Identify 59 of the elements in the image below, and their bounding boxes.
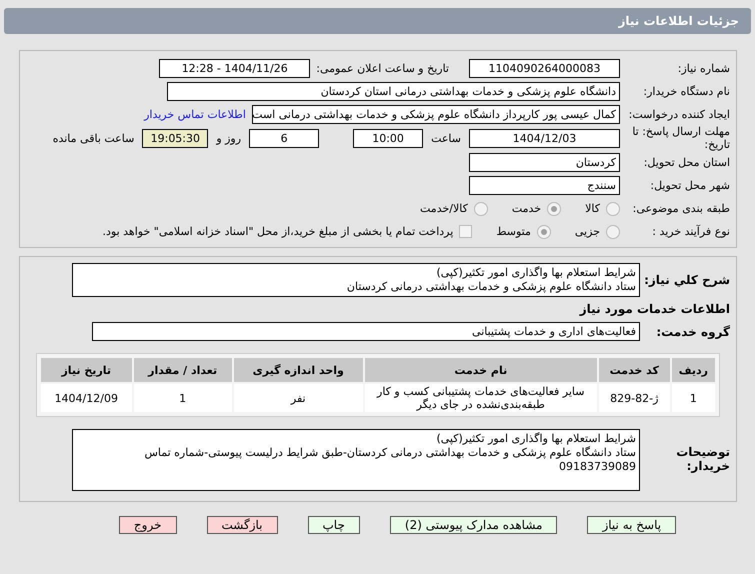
radio-label: کالا/خدمت: [420, 202, 468, 216]
field-label: توضیحات خریدار:: [675, 446, 730, 474]
radio-label: متوسط: [496, 225, 531, 238]
radio-label: جزیی: [574, 225, 600, 238]
checkbox-label: پرداخت تمام یا بخشی از مبلغ خرید،از محل "اسناد خزانه اسلامی" خواهد بود.: [102, 225, 454, 238]
buyer-contact-link[interactable]: اطلاعات تماس خریدار: [144, 108, 246, 121]
radio-label: خدمت: [512, 202, 542, 216]
field-label: نوع فرآیند خرید :: [651, 225, 730, 238]
action-button[interactable]: بازگشت: [206, 516, 278, 534]
province-field: کردستان: [469, 153, 620, 172]
field-label: طبقه بندی موضوعی:: [632, 202, 730, 216]
field-label: تاریخ و ساعت اعلان عمومی:: [316, 62, 449, 75]
column-header: واحد اندازه گیری: [234, 358, 363, 382]
days-label: روز و: [214, 132, 242, 146]
column-header: کد خدمت: [598, 358, 670, 382]
column-header: تعداد / مقدار: [134, 358, 232, 382]
radio-button[interactable]: [606, 224, 620, 239]
field-label: نام دستگاه خریدار:: [642, 85, 730, 98]
radio-button[interactable]: [547, 202, 562, 216]
buyer-field: دانشگاه علوم پزشکی و خدمات بهداشتی درمانی استان کردستان: [167, 82, 620, 101]
announce-date-field: 1404/11/26 - 12:28: [159, 59, 310, 78]
city-field: سنندج: [469, 176, 620, 196]
need-number-field: 1104090264000083: [469, 59, 620, 78]
remaining-label: ساعت باقی مانده: [52, 132, 136, 146]
column-header: ردیف: [672, 358, 715, 382]
field-label: شماره نیاز:: [676, 62, 730, 75]
table-cell: 1404/12/09: [41, 384, 132, 412]
action-button[interactable]: چاپ: [308, 516, 360, 534]
deadline-date-field: 1404/12/03: [469, 129, 620, 148]
remaining-time-field: 19:05:30: [142, 129, 208, 148]
radio-label: کالا: [585, 202, 600, 216]
column-header: نام خدمت: [364, 358, 597, 382]
table-cell: 1: [672, 384, 715, 412]
column-header: تاریخ نیاز: [41, 358, 132, 382]
radio-button[interactable]: [606, 202, 620, 216]
action-button[interactable]: مشاهده مدارک پیوستی (2): [390, 516, 558, 534]
field-label: استان محل تحویل:: [642, 156, 730, 170]
page-header: جزئیات اطلاعات نیاز: [4, 8, 751, 34]
time-label: ساعت: [430, 132, 462, 146]
table-cell: ژ-82-829: [598, 384, 670, 412]
summary-textarea[interactable]: شرایط استعلام بها واگذاری امور تکثیر(کپی) ستاد دانشگاه علوم پزشکی و خدمات بهداشتی درمانی کردستان: [72, 263, 640, 298]
days-field: 6: [249, 129, 320, 148]
creator-field: کمال عیسی پور کارپرداز دانشگاه علوم پزشکی و خدمات بهداشتی درمانی است: [252, 105, 620, 124]
table-cell: سایر فعالیت‌های خدمات پشتیبانی کسب و کار طبقه‌بندی‌نشده در جای دیگر: [364, 384, 597, 412]
deadline-time-field: 10:00: [353, 129, 424, 148]
field-label: شهر محل تحویل:: [649, 179, 730, 192]
radio-button[interactable]: [474, 202, 488, 216]
table-cell: 1: [134, 384, 232, 412]
action-button[interactable]: پاسخ به نیاز: [587, 516, 676, 534]
field-label: مهلت ارسال پاسخ: تا تاریخ:: [631, 126, 730, 152]
radio-button[interactable]: [536, 224, 551, 239]
checkbox[interactable]: [459, 225, 472, 238]
service-group-field: فعالیت‌های اداری و خدمات پشتیبانی: [92, 322, 640, 342]
field-label: ایجاد کننده درخواست:: [628, 108, 730, 121]
field-label: گروه خدمت:: [655, 324, 730, 339]
field-label: شرح كلي نياز:: [646, 273, 730, 288]
section-title: اطلاعات خدمات مورد نیاز: [580, 302, 730, 316]
action-button[interactable]: خروج: [118, 516, 176, 534]
table-cell: نفر: [234, 384, 363, 412]
